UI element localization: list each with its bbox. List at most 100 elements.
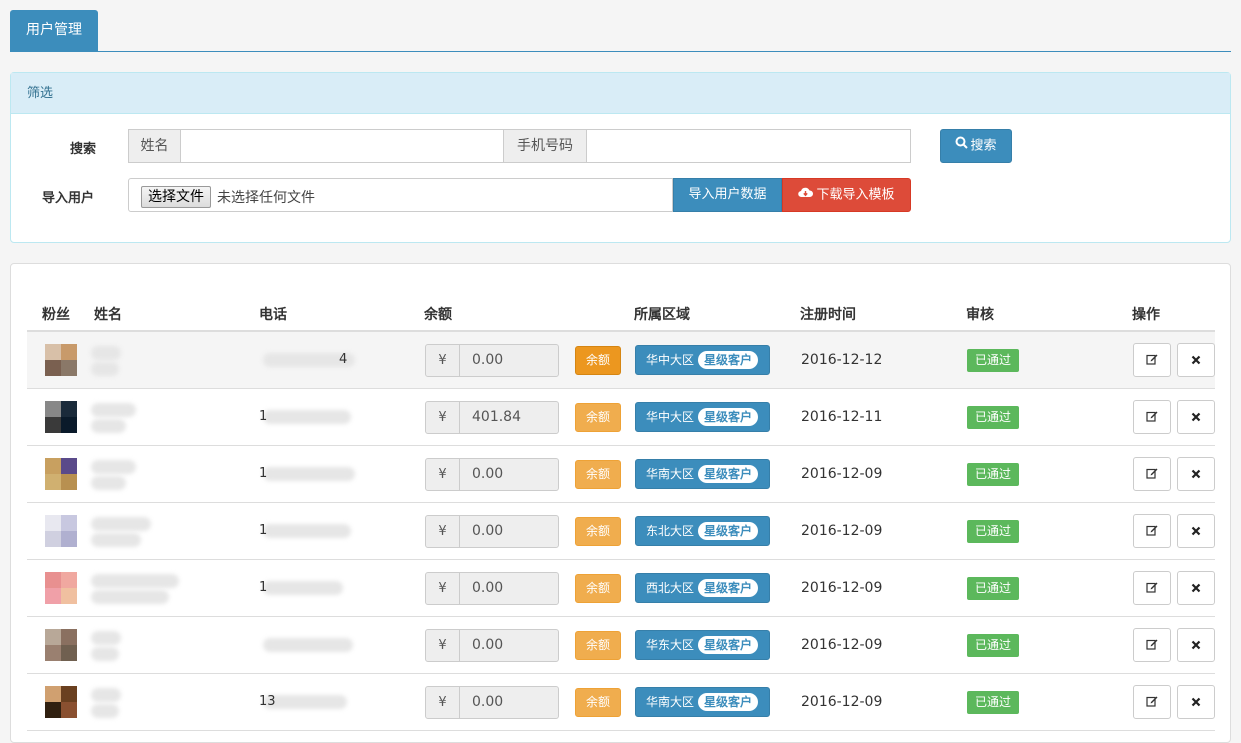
name-redacted	[91, 590, 169, 604]
name-redacted	[91, 403, 136, 417]
level-badge: 星级客户	[698, 408, 759, 426]
register-date: 2016-12-09	[801, 694, 883, 710]
level-badge: 星级客户	[698, 351, 759, 369]
delete-button[interactable]	[1177, 628, 1215, 662]
user-table-panel: 粉丝 姓名 电话 余额 所属区域 注册时间 审核 操作 4 ¥ 0.00 余额 …	[10, 263, 1231, 743]
file-status: 未选择任何文件	[217, 190, 315, 206]
phone-visible: 1	[259, 523, 268, 538]
name-redacted	[91, 419, 126, 433]
name-redacted	[91, 631, 121, 645]
currency-symbol: ¥	[426, 573, 460, 604]
phone-redacted	[263, 638, 353, 652]
file-input: 选择文件 未选择任何文件	[128, 178, 673, 212]
balance-button[interactable]: 余额	[575, 688, 621, 717]
level-badge: 星级客户	[698, 693, 759, 711]
avatar-pixel	[61, 645, 77, 661]
phone-visible: 13	[259, 694, 276, 709]
region-button[interactable]: 华南大区 星级客户	[635, 687, 770, 717]
delete-button[interactable]	[1177, 514, 1215, 548]
delete-button[interactable]	[1177, 400, 1215, 434]
table-row: 1 ¥ 0.00 余额 华南大区 星级客户 2016-12-09 已通过	[27, 446, 1215, 503]
edit-button[interactable]	[1133, 514, 1171, 548]
balance-value: 0.00	[472, 466, 504, 482]
avatar-pixel	[45, 344, 61, 360]
balance-value: 0.00	[472, 352, 504, 368]
currency-symbol: ¥	[426, 345, 460, 376]
balance-button[interactable]: 余额	[575, 460, 621, 489]
choose-file-button[interactable]: 选择文件	[141, 186, 211, 208]
avatar-pixel	[45, 645, 61, 661]
delete-button[interactable]	[1177, 685, 1215, 719]
register-date: 2016-12-12	[801, 352, 883, 368]
edit-button[interactable]	[1133, 685, 1171, 719]
avatar-pixel	[45, 531, 61, 547]
region-button[interactable]: 东北大区 星级客户	[635, 516, 770, 546]
balance-button[interactable]: 余额	[575, 631, 621, 660]
status-badge: 已通过	[967, 691, 1019, 714]
filter-panel: 筛选 搜索 姓名 手机号码 搜索 导入用户 选择文件 未选择任何文件 导入用户数…	[10, 72, 1231, 243]
close-icon	[1191, 637, 1201, 653]
register-date: 2016-12-09	[801, 637, 883, 653]
close-icon	[1191, 466, 1201, 482]
balance-field: ¥ 401.84	[425, 401, 559, 434]
phone-redacted	[263, 581, 343, 595]
close-icon	[1191, 352, 1201, 368]
delete-button[interactable]	[1177, 457, 1215, 491]
balance-field: ¥ 0.00	[425, 629, 559, 662]
phone-input[interactable]	[588, 130, 908, 162]
search-button[interactable]: 搜索	[940, 129, 1012, 163]
avatar-pixel	[45, 686, 61, 702]
name-redacted	[91, 647, 119, 661]
search-input-group: 姓名 手机号码	[128, 129, 911, 163]
balance-value: 401.84	[472, 409, 521, 425]
balance-button[interactable]: 余额	[575, 403, 621, 432]
currency-symbol: ¥	[426, 402, 460, 433]
search-label: 搜索	[70, 142, 97, 157]
name-redacted	[91, 346, 121, 360]
edit-button[interactable]	[1133, 457, 1171, 491]
balance-button[interactable]: 余额	[575, 574, 621, 603]
avatar-pixel	[45, 474, 61, 490]
balance-button[interactable]: 余额	[575, 346, 621, 375]
region-button[interactable]: 华东大区 星级客户	[635, 630, 770, 660]
balance-value: 0.00	[472, 694, 504, 710]
import-data-button[interactable]: 导入用户数据	[673, 178, 782, 212]
name-redacted	[91, 476, 126, 490]
edit-button[interactable]	[1133, 343, 1171, 377]
edit-icon	[1146, 352, 1158, 368]
edit-icon	[1146, 580, 1158, 596]
download-template-button[interactable]: 下载导入模板	[782, 178, 911, 212]
edit-icon	[1146, 409, 1158, 425]
col-header-actions: 操作	[1132, 307, 1160, 323]
edit-button[interactable]	[1133, 571, 1171, 605]
name-redacted	[91, 460, 136, 474]
region-label: 东北大区	[646, 524, 695, 538]
edit-icon	[1146, 637, 1158, 653]
col-header-balance: 余额	[424, 307, 452, 323]
avatar-pixel	[61, 474, 77, 490]
avatar-pixel	[45, 515, 61, 531]
balance-button[interactable]: 余额	[575, 517, 621, 546]
name-addon: 姓名	[129, 130, 181, 162]
region-button[interactable]: 华中大区 星级客户	[635, 345, 770, 375]
register-date: 2016-12-11	[801, 409, 883, 425]
currency-symbol: ¥	[426, 459, 460, 490]
edit-button[interactable]	[1133, 400, 1171, 434]
edit-button[interactable]	[1133, 628, 1171, 662]
level-badge: 星级客户	[698, 579, 759, 597]
close-icon	[1191, 523, 1201, 539]
tab-user-management[interactable]: 用户管理	[10, 10, 98, 51]
avatar-pixel	[61, 531, 77, 547]
name-input[interactable]	[182, 130, 503, 162]
avatar-pixel	[61, 417, 77, 433]
region-button[interactable]: 华中大区 星级客户	[635, 402, 770, 432]
region-button[interactable]: 西北大区 星级客户	[635, 573, 770, 603]
col-header-name: 姓名	[94, 307, 122, 323]
delete-button[interactable]	[1177, 571, 1215, 605]
phone-redacted	[263, 410, 351, 424]
region-button[interactable]: 华南大区 星级客户	[635, 459, 770, 489]
status-badge: 已通过	[967, 577, 1019, 600]
edit-icon	[1146, 523, 1158, 539]
avatar-pixel	[45, 458, 61, 474]
delete-button[interactable]	[1177, 343, 1215, 377]
